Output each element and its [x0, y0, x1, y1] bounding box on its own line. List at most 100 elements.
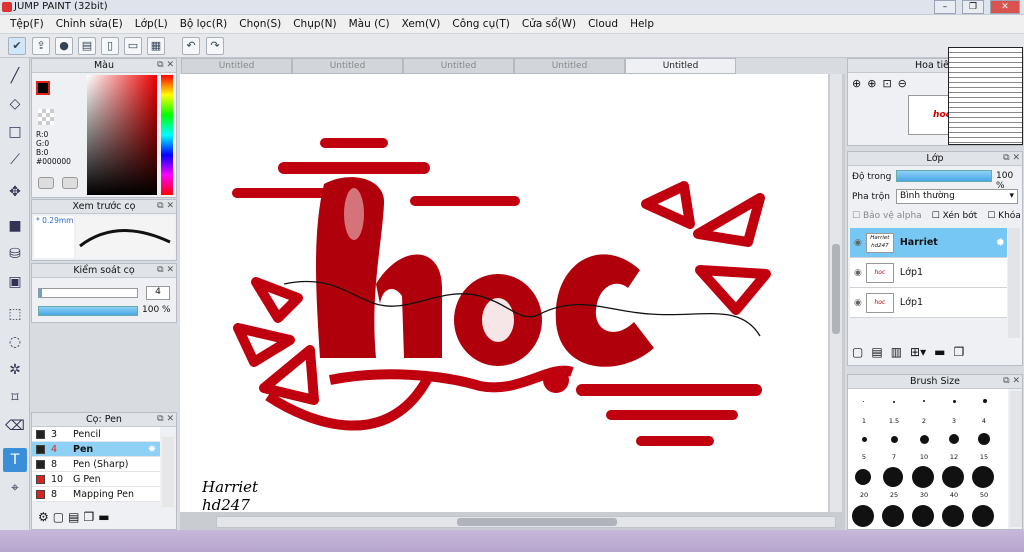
brush-size-input[interactable]: 4 — [146, 286, 170, 300]
brush-item-pen[interactable]: 4 Pen ✹ — [32, 442, 160, 457]
settings-gear-icon[interactable]: ✹ — [148, 444, 160, 455]
panel-close-icon[interactable]: ⧉ ✕ — [157, 413, 174, 426]
export-icon[interactable]: ⇪ — [32, 37, 50, 55]
size-dot[interactable] — [852, 505, 874, 527]
visibility-eye-icon[interactable]: ◉ — [854, 238, 862, 248]
brush-size-slider[interactable] — [38, 288, 138, 298]
new-layer-icon[interactable]: ▢ — [852, 345, 863, 359]
zoom-in-icon[interactable]: ⊕ — [867, 77, 876, 90]
menu-layer[interactable]: Lớp(L) — [129, 18, 174, 30]
rectangle-tool-icon[interactable]: □ — [3, 120, 27, 144]
menu-tools[interactable]: Công cụ(T) — [446, 18, 515, 30]
tab-untitled-2[interactable]: Untitled — [292, 58, 403, 74]
lasso-tool-icon[interactable]: ◌ — [3, 330, 27, 354]
drawing-canvas[interactable]: Harriet hd247 — [180, 74, 828, 512]
transparent-swatch[interactable] — [38, 109, 54, 125]
zoom-in-icon[interactable]: ⊕ — [852, 77, 861, 90]
eyedropper-tool-icon[interactable]: ⌖ — [3, 476, 27, 500]
panel-close-icon[interactable]: ⧉ ✕ — [157, 200, 174, 213]
visibility-eye-icon[interactable]: ◉ — [854, 298, 862, 308]
close-button[interactable]: ✕ — [990, 0, 1020, 14]
menu-filter[interactable]: Bộ lọc(R) — [174, 18, 234, 30]
lock-checkbox[interactable]: ☐ Khóa — [987, 211, 1021, 221]
settings-gear-icon[interactable]: ✹ — [996, 236, 1007, 249]
visibility-eye-icon[interactable]: ◉ — [854, 268, 862, 278]
menu-capture[interactable]: Chụp(N) — [287, 18, 342, 30]
menu-select[interactable]: Chọn(S) — [233, 18, 287, 30]
eraser-tool-icon[interactable]: ◇ — [3, 92, 27, 116]
size-dot[interactable] — [862, 437, 867, 442]
size-dot[interactable] — [920, 435, 929, 444]
size-dot[interactable] — [863, 401, 864, 402]
protect-alpha-checkbox[interactable]: ☐ Bảo vệ alpha — [852, 211, 922, 221]
size-dot[interactable] — [883, 467, 903, 487]
size-dot[interactable] — [949, 434, 959, 444]
text-tool-icon[interactable]: T — [3, 448, 27, 472]
select-pen-icon[interactable]: ⌑ — [3, 386, 27, 410]
redo-icon[interactable]: ↷ — [206, 37, 224, 55]
tab-untitled-4[interactable]: Untitled — [514, 58, 625, 74]
undo-icon[interactable]: ↶ — [182, 37, 200, 55]
panel-close-icon[interactable]: ⧉ ✕ — [157, 264, 174, 277]
size-dot[interactable] — [855, 469, 871, 485]
grid-icon[interactable]: ▦ — [147, 37, 165, 55]
select-eraser-icon[interactable]: ⌫ — [3, 414, 27, 438]
minimize-button[interactable]: – — [934, 0, 956, 14]
layer-item-lop1[interactable]: ◉ hoc Lớp1 — [850, 258, 1007, 288]
restore-button[interactable]: ❐ — [962, 0, 984, 14]
blend-mode-select[interactable]: Bình thường ▾ — [896, 189, 1018, 204]
size-dot[interactable] — [891, 436, 898, 443]
brush-opacity-slider[interactable] — [38, 306, 138, 316]
bucket-tool-icon[interactable]: ⛁ — [3, 242, 27, 266]
speech-balloon-icon[interactable]: ● — [55, 37, 73, 55]
size-dot[interactable] — [972, 505, 994, 527]
cloud-check-icon[interactable]: ✔ — [8, 37, 26, 55]
hue-slider[interactable] — [161, 75, 173, 195]
folder-icon[interactable]: ▬ — [934, 345, 945, 359]
tab-untitled-3[interactable]: Untitled — [403, 58, 514, 74]
gradient-tool-icon[interactable]: ▣ — [3, 270, 27, 294]
menu-help[interactable]: Help — [624, 18, 660, 30]
layer-opacity-slider[interactable] — [896, 170, 992, 182]
document-icon[interactable]: ▭ — [124, 37, 142, 55]
color-set-icon[interactable] — [62, 177, 78, 189]
panel-close-icon[interactable]: ⧉ ✕ — [1003, 375, 1020, 388]
saturation-value-picker[interactable] — [87, 75, 157, 195]
menu-edit[interactable]: Chỉnh sửa(E) — [50, 18, 129, 30]
clipping-checkbox[interactable]: ☐ Xén bớt — [932, 211, 978, 221]
move-tool-icon[interactable]: ✥ — [3, 180, 27, 204]
menu-window[interactable]: Cửa sổ(W) — [516, 18, 582, 30]
brush-size-scrollbar[interactable] — [1010, 391, 1022, 527]
text-panel-icon[interactable]: ▤ — [78, 37, 96, 55]
palette-icon[interactable] — [38, 177, 54, 189]
size-dot[interactable] — [942, 505, 964, 527]
size-dot[interactable] — [893, 401, 895, 403]
add-layer-menu-icon[interactable]: ⊞▾ — [910, 345, 926, 359]
new-brush-icon[interactable]: ▢ — [53, 510, 64, 528]
menu-file[interactable]: Tệp(F) — [4, 18, 50, 30]
brush-item-g-pen[interactable]: 10 G Pen — [32, 472, 160, 487]
copy-brush-icon[interactable]: ❐ — [83, 510, 94, 528]
brush-item-mapping-pen[interactable]: 8 Mapping Pen — [32, 487, 160, 502]
size-dot[interactable] — [882, 505, 904, 527]
panel-close-icon[interactable]: ⧉ ✕ — [157, 59, 174, 72]
layer-item-harriet[interactable]: ◉ Harriet hd247 Harriet ✹ — [850, 228, 1007, 258]
layer-list-scrollbar[interactable] — [1008, 228, 1020, 338]
brush-tool-icon[interactable]: ╱ — [3, 64, 27, 88]
menu-color[interactable]: Màu (C) — [343, 18, 396, 30]
duplicate-layer-icon[interactable]: ▥ — [891, 345, 902, 359]
tab-untitled-5[interactable]: Untitled — [625, 58, 736, 74]
add-brush-icon[interactable]: ▤ — [68, 510, 79, 528]
brush-item-pen-sharp[interactable]: 8 Pen (Sharp) — [32, 457, 160, 472]
select-rect-icon[interactable]: ⬚ — [3, 302, 27, 326]
line-tool-icon[interactable]: ⟋ — [3, 148, 27, 172]
magic-wand-icon[interactable]: ✲ — [3, 358, 27, 382]
menu-cloud[interactable]: Cloud — [582, 18, 624, 30]
layer-item-lop1-copy[interactable]: ◉ hoc Lớp1 — [850, 288, 1007, 318]
page-icon[interactable]: ▯ — [101, 37, 119, 55]
size-dot[interactable] — [972, 466, 994, 488]
zoom-out-icon[interactable]: ⊖ — [898, 77, 907, 90]
size-dot[interactable] — [978, 433, 990, 445]
canvas-vertical-scrollbar[interactable] — [830, 74, 842, 512]
size-dot[interactable] — [912, 466, 934, 488]
